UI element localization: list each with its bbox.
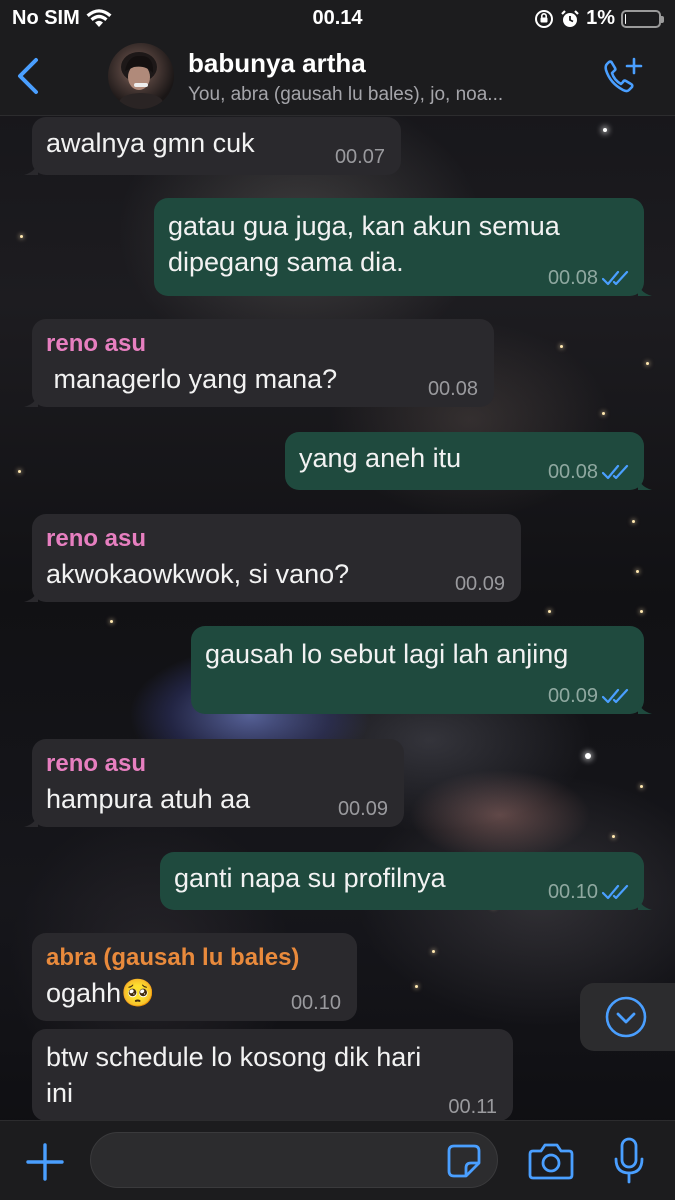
battery-level xyxy=(625,13,626,24)
message-time: 00.09 xyxy=(548,686,630,706)
message-text: akwokaowkwok, si vano? xyxy=(46,559,350,589)
chevron-down-circle-icon xyxy=(605,996,647,1038)
chevron-left-icon xyxy=(18,58,38,94)
message-text: managerlo yang mana? xyxy=(46,364,338,394)
message-incoming[interactable]: btw schedule lo kosong dik hari ini 00.1… xyxy=(32,1029,513,1121)
message-time: 00.09 xyxy=(337,798,388,820)
message-time-label: 00.09 xyxy=(547,685,598,707)
message-incoming[interactable]: reno asu akwokaowkwok, si vano? 00.09 xyxy=(24,514,521,602)
message-time-label: 00.08 xyxy=(547,267,598,289)
message-incoming[interactable]: abra (gausah lu bales) ogahh🥺 00.10 xyxy=(32,933,357,1021)
group-avatar[interactable] xyxy=(108,43,174,109)
message-time: 00.07 xyxy=(334,146,385,168)
sender-name[interactable]: reno asu xyxy=(46,524,507,554)
message-time: 00.10 xyxy=(290,992,341,1014)
bubble-tail xyxy=(638,698,652,714)
sender-name[interactable]: abra (gausah lu bales) xyxy=(46,943,343,973)
message-text-line: btw schedule lo kosong dik hari xyxy=(46,1042,422,1072)
camera-icon xyxy=(528,1143,574,1180)
message-text: gausah lo sebut lagi lah anjing xyxy=(205,639,569,669)
bubble-tail xyxy=(24,159,38,175)
scroll-to-bottom-button[interactable] xyxy=(580,983,675,1051)
alarm-icon xyxy=(561,9,579,27)
sticker-icon xyxy=(447,1144,481,1178)
sender-name[interactable]: reno asu xyxy=(46,749,390,779)
phone-plus-icon xyxy=(604,57,643,93)
battery-percent: 1% xyxy=(586,7,615,29)
bubble-tail xyxy=(24,391,38,407)
message-incoming[interactable]: awalnya gmn cuk 00.07 xyxy=(24,117,401,175)
message-incoming[interactable]: reno asu hampura atuh aa 00.09 xyxy=(24,739,404,827)
battery-icon xyxy=(621,9,664,28)
message-text-line: ini xyxy=(46,1078,74,1108)
message-incoming[interactable]: reno asu managerlo yang mana? 00.08 xyxy=(24,319,494,407)
message-outgoing[interactable]: yang aneh itu 00.08 xyxy=(285,432,652,490)
double-check-icon xyxy=(602,464,629,480)
plus-icon xyxy=(26,1143,64,1181)
message-input[interactable] xyxy=(90,1132,498,1188)
camera-button[interactable] xyxy=(528,1141,574,1181)
double-check-icon xyxy=(602,688,629,704)
orientation-lock-icon xyxy=(535,9,554,28)
message-input-bar xyxy=(0,1120,675,1200)
message-text-line: gatau gua juga, kan akun semua xyxy=(168,211,560,241)
message-time: 00.10 xyxy=(548,882,630,902)
double-check-icon xyxy=(602,884,629,900)
message-time-label: 00.10 xyxy=(547,881,598,903)
group-members[interactable]: You, abra (gausah lu bales), jo, noa... xyxy=(188,84,583,106)
microphone-icon xyxy=(614,1137,644,1184)
sender-name[interactable]: reno asu xyxy=(46,329,480,359)
message-time: 00.09 xyxy=(454,573,505,595)
bubble-tail xyxy=(638,280,652,296)
back-button[interactable] xyxy=(12,56,44,96)
sticker-button[interactable] xyxy=(446,1143,482,1179)
status-bar: No SIM 00.14 1% xyxy=(0,0,675,38)
message-time: 00.08 xyxy=(548,462,630,482)
add-call-button[interactable] xyxy=(601,56,645,98)
avatar-photo xyxy=(119,52,163,109)
group-name[interactable]: babunya artha xyxy=(188,48,366,79)
message-time: 00.08 xyxy=(427,378,478,400)
message-outgoing[interactable]: gatau gua juga, kan akun semua dipegang … xyxy=(154,198,652,296)
chat-header: babunya artha You, abra (gausah lu bales… xyxy=(0,38,675,116)
bubble-tail xyxy=(638,474,652,490)
message-time-label: 00.08 xyxy=(547,461,598,483)
message-time: 00.11 xyxy=(448,1096,497,1118)
message-time: 00.08 xyxy=(548,268,630,288)
message-outgoing[interactable]: ganti napa su profilnya 00.10 xyxy=(160,852,652,910)
double-check-icon xyxy=(602,270,629,286)
bubble-tail xyxy=(638,894,652,910)
bubble-tail xyxy=(24,811,38,827)
microphone-button[interactable] xyxy=(612,1137,646,1185)
attach-button[interactable] xyxy=(24,1141,66,1183)
message-outgoing[interactable]: gausah lo sebut lagi lah anjing 00.09 xyxy=(191,626,652,714)
bubble-tail xyxy=(24,586,38,602)
